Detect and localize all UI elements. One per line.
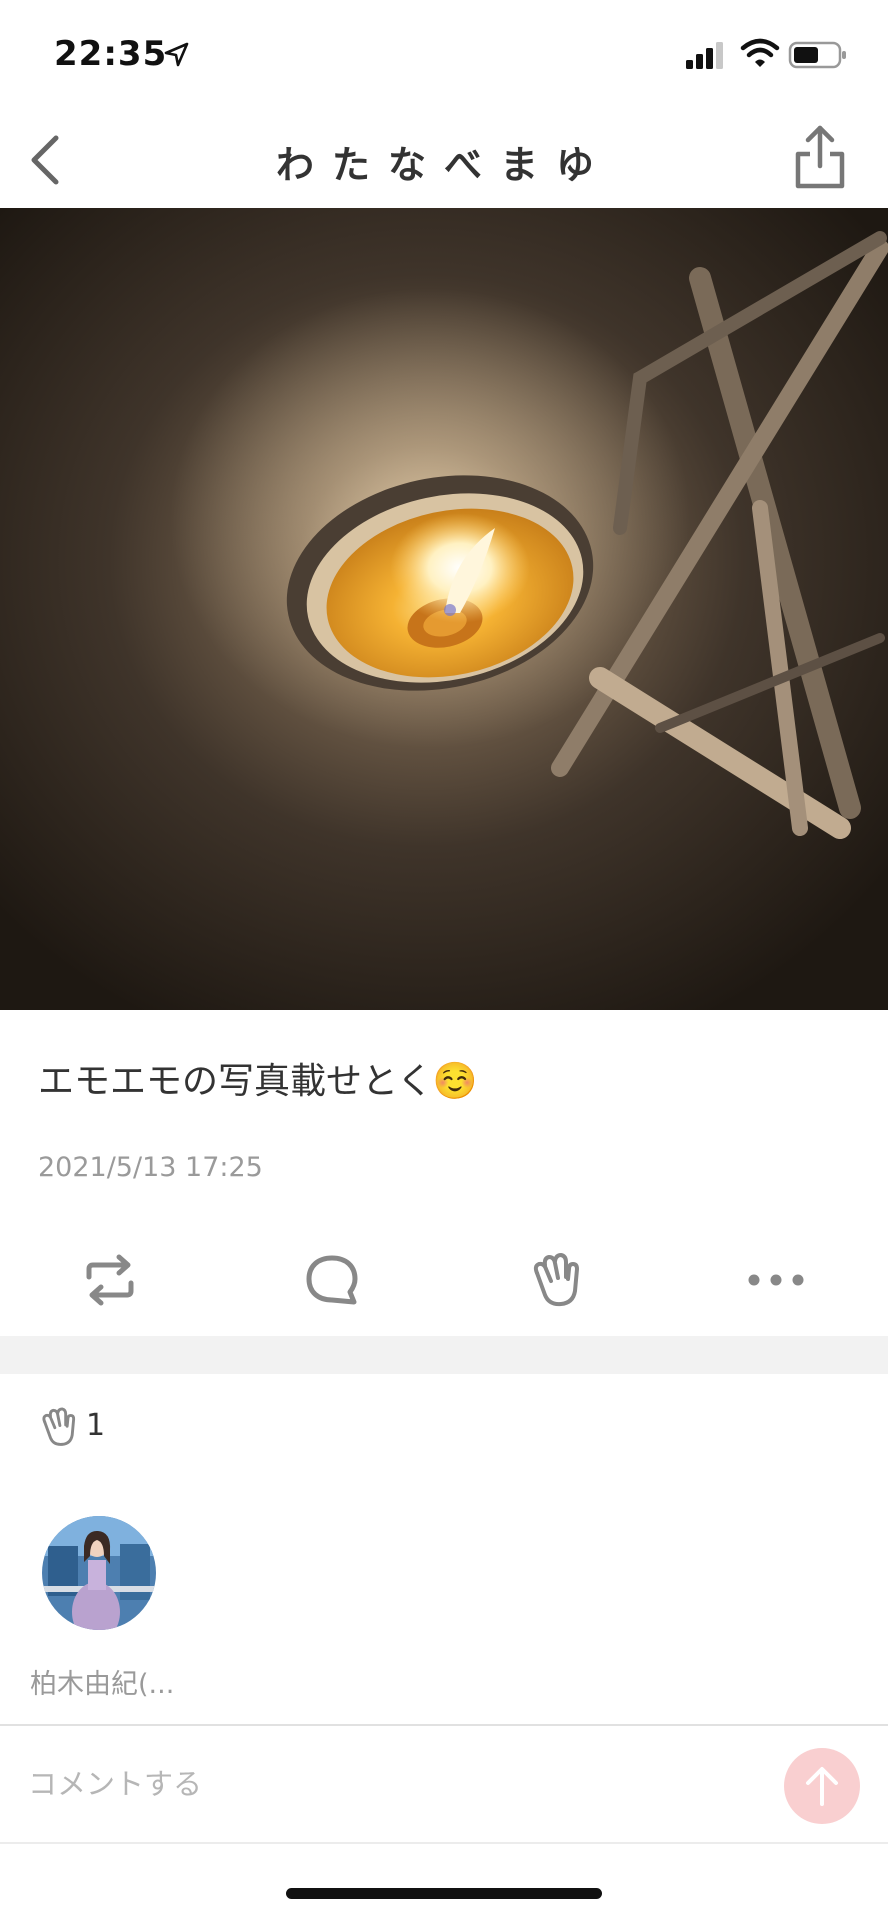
clapper-name[interactable]: 柏木由紀(... [30, 1662, 174, 1701]
clap-count: 1 [86, 1408, 106, 1443]
send-button[interactable] [784, 1748, 860, 1824]
clap-icon [42, 1407, 76, 1446]
page-title: わたなべまゆ [275, 143, 612, 187]
clap-button[interactable] [514, 1240, 594, 1320]
status-bar: 22:35 [0, 0, 888, 110]
more-icon [748, 1274, 804, 1286]
repost-icon [86, 1254, 134, 1306]
avatar-image [42, 1516, 156, 1630]
post-text: エモエモの写真載せとく☺️ [38, 1061, 478, 1102]
signal-icon [686, 42, 723, 69]
more-button[interactable] [736, 1240, 816, 1320]
share-icon [795, 125, 845, 189]
status-time: 22:35 [54, 34, 168, 74]
battery-icon [788, 41, 846, 69]
section-divider [0, 1336, 888, 1374]
post-date: 2021/5/13 17:25 [38, 1152, 263, 1183]
home-indicator[interactable] [286, 1888, 602, 1899]
post-photo[interactable] [0, 208, 888, 1010]
repost-button[interactable] [70, 1240, 150, 1320]
action-bar [0, 1240, 888, 1320]
nav-bar: わたなべまゆ [0, 110, 888, 210]
comment-button[interactable] [292, 1240, 372, 1320]
arrow-up-icon [806, 1767, 838, 1806]
wifi-icon [740, 38, 780, 67]
comment-input[interactable] [28, 1756, 728, 1812]
comment-bar [0, 1724, 888, 1844]
avatar[interactable] [42, 1516, 156, 1630]
share-button[interactable] [790, 122, 850, 192]
location-arrow-icon [164, 42, 189, 67]
comment-icon [306, 1255, 358, 1305]
clap-icon [533, 1252, 579, 1307]
candle-photo-image [0, 208, 888, 1010]
